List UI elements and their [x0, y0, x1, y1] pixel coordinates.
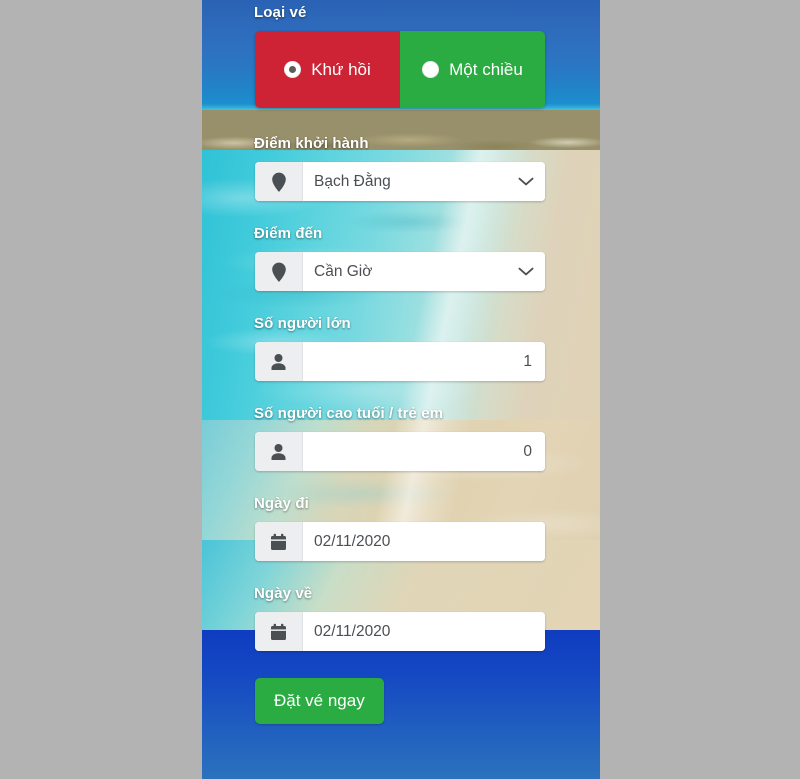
departure-date-label: Ngày đi: [254, 495, 309, 512]
ticket-type-option-label: Khứ hồi: [311, 59, 371, 79]
departure-point-value: Bạch Đằng: [314, 172, 391, 190]
chevron-down-icon[interactable]: [518, 177, 534, 187]
ticket-type-segmented-control[interactable]: Khứ hồi Một chiều: [255, 31, 545, 108]
seniors-children-input[interactable]: 0: [303, 432, 545, 471]
destination-point-label: Điểm đến: [254, 225, 323, 242]
map-pin-icon: [255, 162, 303, 201]
adults-group[interactable]: 1: [255, 342, 545, 381]
departure-point-group[interactable]: Bạch Đằng: [255, 162, 545, 201]
destination-point-select[interactable]: Cần Giờ: [303, 252, 545, 291]
return-date-value: 02/11/2020: [314, 622, 391, 640]
adults-label: Số người lớn: [254, 315, 351, 332]
destination-point-value: Cần Giờ: [314, 262, 373, 280]
calendar-icon: [255, 522, 303, 561]
person-icon: [255, 342, 303, 381]
departure-date-value: 02/11/2020: [314, 532, 391, 550]
ticket-type-option-round-trip[interactable]: Khứ hồi: [255, 31, 400, 108]
person-icon: [255, 432, 303, 471]
radio-unselected-icon[interactable]: [422, 61, 440, 78]
screenshot-stage: Loại vé Khứ hồi Một chiều Điểm khởi hành: [0, 0, 800, 779]
departure-point-select[interactable]: Bạch Đằng: [303, 162, 545, 201]
adults-value: 1: [523, 352, 532, 370]
book-now-button[interactable]: Đặt vé ngay: [255, 678, 384, 724]
ticket-type-option-one-way[interactable]: Một chiều: [400, 31, 545, 108]
ticket-type-option-label: Một chiều: [449, 59, 523, 79]
ticket-type-label: Loại vé: [254, 4, 307, 21]
departure-point-label: Điểm khởi hành: [254, 135, 369, 152]
booking-form: Loại vé Khứ hồi Một chiều Điểm khởi hành: [202, 0, 600, 724]
destination-point-group[interactable]: Cần Giờ: [255, 252, 545, 291]
radio-selected-icon[interactable]: [284, 61, 302, 78]
chevron-down-icon[interactable]: [518, 267, 534, 277]
seniors-children-label: Số người cao tuổi / trẻ em: [254, 405, 444, 422]
return-date-group[interactable]: 02/11/2020: [255, 612, 545, 651]
departure-date-input[interactable]: 02/11/2020: [303, 522, 545, 561]
departure-date-group[interactable]: 02/11/2020: [255, 522, 545, 561]
calendar-icon: [255, 612, 303, 651]
return-date-input[interactable]: 02/11/2020: [303, 612, 545, 651]
return-date-label: Ngày về: [254, 585, 313, 602]
seniors-children-group[interactable]: 0: [255, 432, 545, 471]
booking-panel: Loại vé Khứ hồi Một chiều Điểm khởi hành: [202, 0, 600, 779]
seniors-children-value: 0: [523, 442, 532, 460]
map-pin-icon: [255, 252, 303, 291]
adults-input[interactable]: 1: [303, 342, 545, 381]
